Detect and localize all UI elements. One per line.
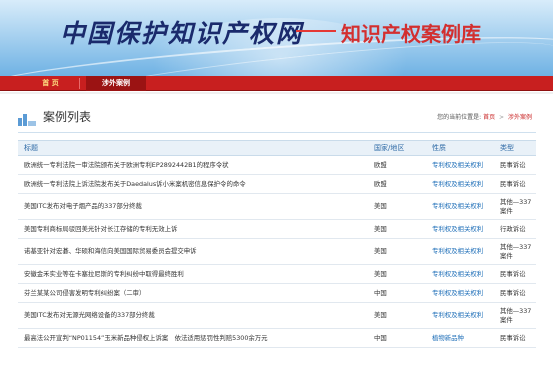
- case-nature-link[interactable]: 专利权及相关权利: [429, 155, 497, 175]
- case-nature-link[interactable]: 专利权及相关权利: [429, 174, 497, 194]
- case-title-link[interactable]: 诺基亚针对宏碁、华硕和海信向美国国际贸易委员会提交申诉: [18, 238, 371, 265]
- case-title-link[interactable]: 欧洲统一专利法院一审法院颁布关于欧洲专利EP2892442B1的程序令状: [18, 155, 371, 175]
- case-nature-link[interactable]: 专利权及相关权利: [429, 283, 497, 303]
- case-region: 中国: [371, 283, 429, 303]
- header-banner: 中国保护知识产权网 知识产权案例库: [0, 0, 553, 76]
- table-row: 诺基亚针对宏碁、华硕和海信向美国国际贸易委员会提交申诉 美国 专利权及相关权利 …: [18, 238, 536, 265]
- title-separator: [296, 30, 336, 32]
- case-region: 美国: [371, 302, 429, 329]
- case-title-link[interactable]: 安徽金禾实业等在卡塞拉尼斯的专利纠纷中取得最终胜利: [18, 264, 371, 284]
- case-region: 美国: [371, 264, 429, 284]
- nav-item-home[interactable]: 首 页: [22, 76, 79, 91]
- case-region: 美国: [371, 238, 429, 265]
- case-region: 中国: [371, 328, 429, 348]
- site-title: 中国保护知识产权网: [60, 19, 304, 48]
- nav-divider: [79, 78, 80, 89]
- case-type: 民事诉讼: [497, 174, 536, 194]
- case-table: 标题 国家/地区 性质 类型 欧洲统一专利法院一审法院颁布关于欧洲专利EP289…: [18, 140, 536, 348]
- breadcrumb-current-link[interactable]: 涉外案例: [508, 114, 532, 121]
- nav-shadow: [0, 92, 553, 94]
- breadcrumb-separator: >: [499, 114, 505, 121]
- table-header-row: 标题 国家/地区 性质 类型: [18, 140, 536, 156]
- case-nature-link[interactable]: 专利权及相关权利: [429, 302, 497, 329]
- table-row: 美国专利商标局驳回美光针对长江存储的专利无效上诉 美国 专利权及相关权利 行政诉…: [18, 219, 536, 239]
- case-region: 欧盟: [371, 155, 429, 175]
- section-divider: [18, 132, 536, 133]
- case-type: 民事诉讼: [497, 328, 536, 348]
- main-nav: 首 页 涉外案例: [0, 76, 553, 91]
- table-row: 欧洲统一专利法院上诉法院发布关于Daedalus诉小米案机密信息保护令的命令 欧…: [18, 174, 536, 194]
- case-type: 其他—337案件: [497, 302, 536, 329]
- table-row: 欧洲统一专利法院一审法院颁布关于欧洲专利EP2892442B1的程序令状 欧盟 …: [18, 155, 536, 175]
- case-type: 民事诉讼: [497, 264, 536, 284]
- column-header-region: 国家/地区: [371, 140, 429, 156]
- table-row: 美国ITC发布对无源光网络设备的337部分终裁 美国 专利权及相关权利 其他—3…: [18, 302, 536, 329]
- location-prefix: 您的当前位置是:: [437, 114, 482, 121]
- section-title: 案例列表: [43, 110, 92, 124]
- case-nature-link[interactable]: 专利权及相关权利: [429, 219, 497, 239]
- column-header-type: 类型: [497, 140, 536, 156]
- breadcrumb: 您的当前位置是: 首页 > 涉外案例: [437, 112, 532, 121]
- case-nature-link[interactable]: 专利权及相关权利: [429, 238, 497, 265]
- breadcrumb-home-link[interactable]: 首页: [483, 114, 495, 121]
- table-row: 芬兰某某公司侵害发明专利纠纷案（二审） 中国 专利权及相关权利 民事诉讼: [18, 283, 536, 303]
- case-type: 行政诉讼: [497, 219, 536, 239]
- case-type: 其他—337案件: [497, 193, 536, 220]
- case-title-link[interactable]: 欧洲统一专利法院上诉法院发布关于Daedalus诉小米案机密信息保护令的命令: [18, 174, 371, 194]
- case-region: 欧盟: [371, 174, 429, 194]
- case-region: 美国: [371, 193, 429, 220]
- case-title-link[interactable]: 美国ITC发布对无源光网络设备的337部分终裁: [18, 302, 371, 329]
- nav-item-foreign-cases[interactable]: 涉外案例: [86, 76, 146, 91]
- column-header-title: 标题: [18, 140, 371, 156]
- list-icon: [18, 112, 36, 126]
- table-row: 最高法公开宣判“NP01154”玉米新品种侵权上诉案 依法适用惩罚性判赔5300…: [18, 328, 536, 348]
- case-region: 美国: [371, 219, 429, 239]
- case-nature-link[interactable]: 专利权及相关权利: [429, 193, 497, 220]
- table-row: 美国ITC发布对电子烟产品的337部分终裁 美国 专利权及相关权利 其他—337…: [18, 193, 536, 220]
- case-type: 民事诉讼: [497, 155, 536, 175]
- case-title-link[interactable]: 最高法公开宣判“NP01154”玉米新品种侵权上诉案 依法适用惩罚性判赔5300…: [18, 328, 371, 348]
- case-title-link[interactable]: 美国专利商标局驳回美光针对长江存储的专利无效上诉: [18, 219, 371, 239]
- case-nature-link[interactable]: 专利权及相关权利: [429, 264, 497, 284]
- case-title-link[interactable]: 美国ITC发布对电子烟产品的337部分终裁: [18, 193, 371, 220]
- column-header-nature: 性质: [429, 140, 497, 156]
- case-type: 其他—337案件: [497, 238, 536, 265]
- table-row: 安徽金禾实业等在卡塞拉尼斯的专利纠纷中取得最终胜利 美国 专利权及相关权利 民事…: [18, 264, 536, 284]
- case-nature-link[interactable]: 植物新品种: [429, 328, 497, 348]
- site-subtitle: 知识产权案例库: [341, 22, 481, 46]
- case-title-link[interactable]: 芬兰某某公司侵害发明专利纠纷案（二审）: [18, 283, 371, 303]
- case-type: 民事诉讼: [497, 283, 536, 303]
